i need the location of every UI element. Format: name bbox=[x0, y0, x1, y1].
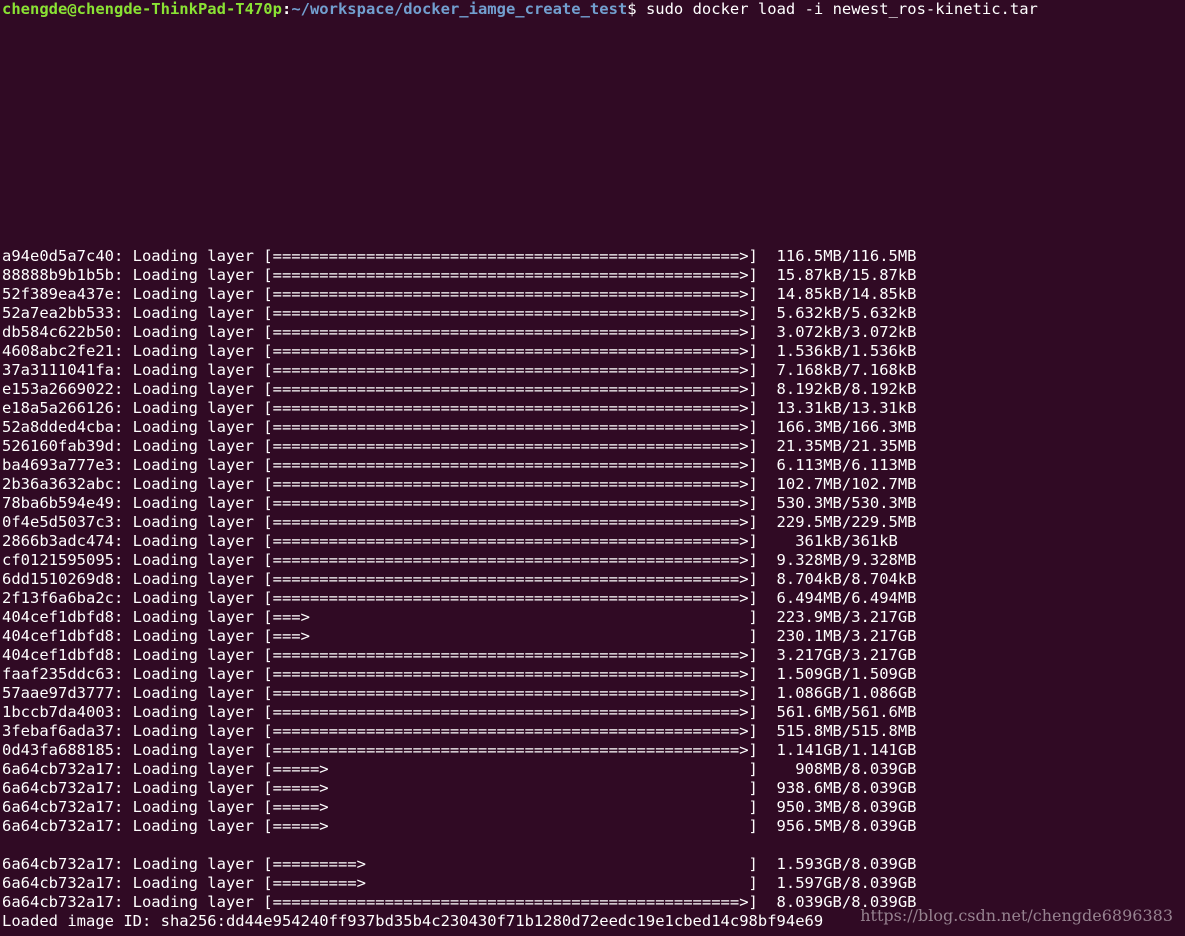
output-line: a94e0d5a7c40: Loading layer [===========… bbox=[2, 247, 917, 265]
output-line: e18a5a266126: Loading layer [===========… bbox=[2, 399, 917, 417]
output-line: 37a3111041fa: Loading layer [===========… bbox=[2, 361, 917, 379]
terminal-window[interactable]: chengde@chengde-ThinkPad-T470p:~/workspa… bbox=[0, 0, 1185, 936]
output-line: 0d43fa688185: Loading layer [===========… bbox=[2, 741, 917, 759]
output-line: 52a8dded4cba: Loading layer [===========… bbox=[2, 418, 917, 436]
output-line: 2b36a3632abc: Loading layer [===========… bbox=[2, 475, 917, 493]
output-line: 6dd1510269d8: Loading layer [===========… bbox=[2, 570, 917, 588]
output-line: 526160fab39d: Loading layer [===========… bbox=[2, 437, 917, 455]
output-line: 52a7ea2bb533: Loading layer [===========… bbox=[2, 304, 917, 322]
output-line: 1bccb7da4003: Loading layer [===========… bbox=[2, 703, 917, 721]
output-line: 6a64cb732a17: Loading layer [=====> ] 90… bbox=[2, 760, 917, 778]
prompt-colon: : bbox=[281, 0, 292, 18]
prompt-line: chengde@chengde-ThinkPad-T470p:~/workspa… bbox=[2, 0, 1038, 19]
prompt-path: ~/workspace/docker_iamge_create_test bbox=[291, 0, 628, 18]
output-line: 3febaf6ada37: Loading layer [===========… bbox=[2, 722, 917, 740]
output-line: 6a64cb732a17: Loading layer [=========> … bbox=[2, 855, 917, 873]
output-line: 6a64cb732a17: Loading layer [=====> ] 95… bbox=[2, 798, 917, 816]
output-line: 2f13f6a6ba2c: Loading layer [===========… bbox=[2, 589, 917, 607]
output-line: 404cef1dbfd8: Loading layer [===> ] 230.… bbox=[2, 627, 917, 645]
output-line: 57aae97d3777: Loading layer [===========… bbox=[2, 684, 917, 702]
output-line: 4608abc2fe21: Loading layer [===========… bbox=[2, 342, 917, 360]
prompt-user-host: chengde@chengde-ThinkPad-T470p bbox=[2, 0, 282, 18]
output-line: ba4693a777e3: Loading layer [===========… bbox=[2, 456, 917, 474]
output-line: faaf235ddc63: Loading layer [===========… bbox=[2, 665, 917, 683]
output-line: 6a64cb732a17: Loading layer [=====> ] 93… bbox=[2, 779, 917, 797]
output-line: 404cef1dbfd8: Loading layer [===========… bbox=[2, 646, 917, 664]
output-line: 78ba6b594e49: Loading layer [===========… bbox=[2, 494, 917, 512]
watermark-text: https://blog.csdn.net/chengde6896383 bbox=[860, 906, 1173, 925]
output-line: 88888b9b1b5b: Loading layer [===========… bbox=[2, 266, 917, 284]
output-line: e153a2669022: Loading layer [===========… bbox=[2, 380, 917, 398]
output-line: 6a64cb732a17: Loading layer [=========> … bbox=[2, 874, 917, 892]
output-line: 6a64cb732a17: Loading layer [===========… bbox=[2, 893, 917, 911]
output-line: db584c622b50: Loading layer [===========… bbox=[2, 323, 917, 341]
command-text[interactable]: sudo docker load -i newest_ros-kinetic.t… bbox=[637, 0, 1038, 18]
prompt-symbol: $ bbox=[627, 0, 637, 18]
output-line: 404cef1dbfd8: Loading layer [===> ] 223.… bbox=[2, 608, 917, 626]
output-line: 2866b3adc474: Loading layer [===========… bbox=[2, 532, 898, 550]
output-line: 0f4e5d5037c3: Loading layer [===========… bbox=[2, 513, 917, 531]
loaded-image-line: Loaded image ID: sha256:dd44e954240ff937… bbox=[2, 912, 824, 930]
output-line: 6a64cb732a17: Loading layer [=====> ] 95… bbox=[2, 817, 917, 835]
output-line: 52f389ea437e: Loading layer [===========… bbox=[2, 285, 917, 303]
output-line: cf0121595095: Loading layer [===========… bbox=[2, 551, 917, 569]
